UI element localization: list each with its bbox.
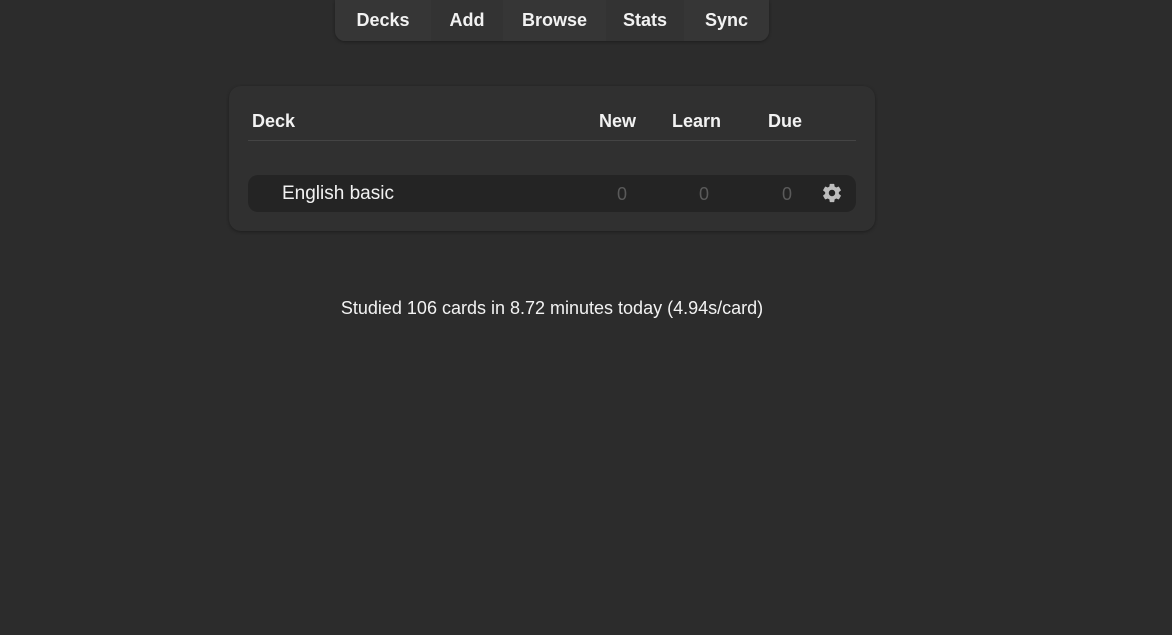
deck-row[interactable]: English basic 0 0 0 [248,175,856,212]
deck-name-link[interactable]: English basic [282,183,394,205]
toolbar-stats-button[interactable]: Stats [606,0,684,41]
study-summary: Studied 106 cards in 8.72 minutes today … [340,298,764,318]
deck-due-count: 0 [782,184,793,204]
header-divider [248,140,856,141]
toolbar-browse-button[interactable]: Browse [503,0,606,41]
toolbar-decks-button[interactable]: Decks [335,0,431,41]
deck-new-count: 0 [617,184,628,204]
toolbar-add-button[interactable]: Add [431,0,503,41]
anki-deck-browser: Decks Add Browse Stats Sync Deck New Lea… [0,0,1172,635]
column-header-new: New [599,111,637,131]
top-toolbar: Decks Add Browse Stats Sync [335,0,769,41]
deck-learn-count: 0 [699,184,710,204]
deck-list-panel: Deck New Learn Due English basic 0 0 0 [229,86,875,231]
gear-icon[interactable] [821,182,843,204]
column-header-deck: Deck [252,111,296,131]
column-header-due: Due [768,111,803,131]
toolbar-sync-button[interactable]: Sync [684,0,769,41]
column-header-learn: Learn [672,111,722,131]
